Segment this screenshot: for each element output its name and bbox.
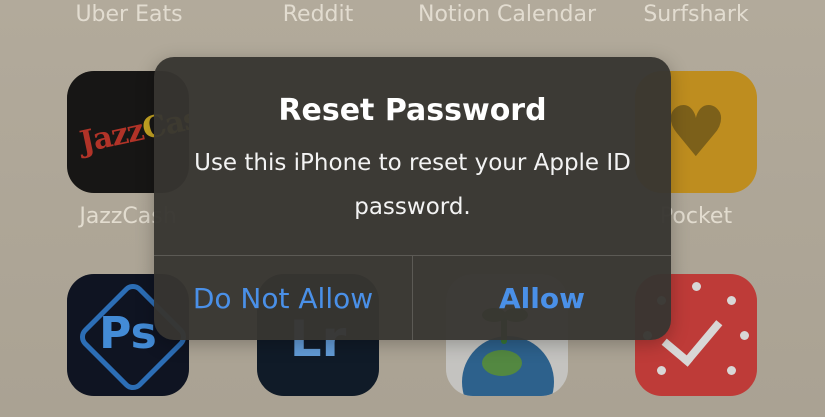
app-label-uber-eats[interactable]: Uber Eats	[75, 2, 182, 27]
alert-message: Use this iPhone to reset your Apple ID p…	[194, 150, 631, 220]
app-label-reddit[interactable]: Reddit	[283, 2, 354, 27]
app-label-surfshark[interactable]: Surfshark	[643, 2, 748, 27]
allow-button[interactable]: Allow	[413, 256, 671, 340]
do-not-allow-button[interactable]: Do Not Allow	[154, 256, 412, 340]
reset-password-alert: Reset Password Use this iPhone to reset …	[154, 57, 671, 340]
app-label-notion-calendar[interactable]: Notion Calendar	[418, 2, 596, 27]
alert-title: Reset Password	[278, 93, 547, 128]
